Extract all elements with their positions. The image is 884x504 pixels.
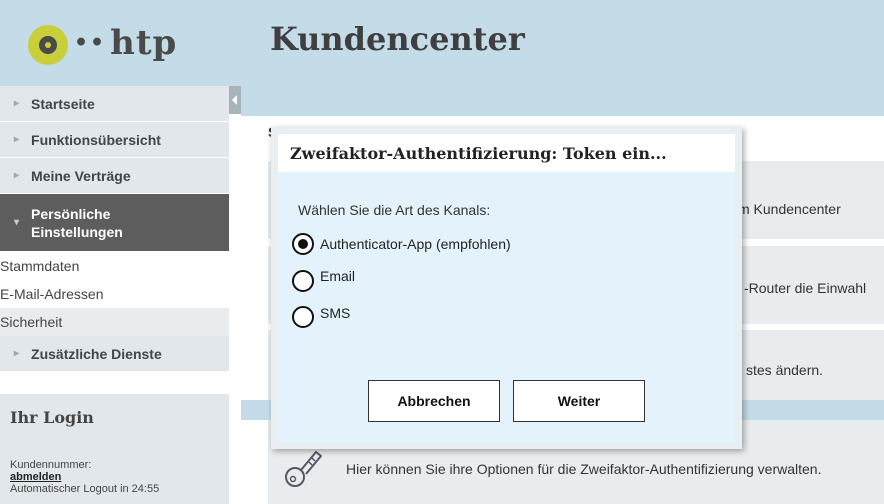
card-2fa-text: Hier können Sie ihre Optionen für die Zw… xyxy=(346,461,822,477)
content-top-band xyxy=(241,86,884,116)
next-button[interactable]: Weiter xyxy=(513,380,645,422)
auto-logout-text: Automatischer Logout in 24:55 xyxy=(10,483,160,495)
arrow-right-icon: ▸ xyxy=(14,98,20,109)
cancel-button[interactable]: Abbrechen xyxy=(368,380,500,422)
arrow-down-icon: ▾ xyxy=(14,217,20,228)
customer-number-label: Kundennummer: xyxy=(10,459,92,471)
login-box: Ihr Login Kundennummer: abmelden Automat… xyxy=(0,394,229,504)
dialog-body: Wählen Sie die Art des Kanals: Authentic… xyxy=(278,172,735,442)
sidebar-item-vertraege[interactable]: ▸ Meine Verträge xyxy=(0,158,229,194)
two-factor-dialog: Zweifaktor-Authentifizierung: Token ein.… xyxy=(271,127,742,449)
sidebar-item-label: Funktionsübersicht xyxy=(31,131,161,148)
sidebar-item-label: Meine Verträge xyxy=(31,167,131,184)
sidebar-item-label: Startseite xyxy=(31,95,95,112)
option-label: SMS xyxy=(320,305,351,321)
option-label: Authenticator-App (empfohlen) xyxy=(320,236,511,252)
sidebar-item-label: Zusätzliche Dienste xyxy=(31,345,162,362)
htp-logo[interactable]: •• htp xyxy=(28,18,177,68)
dialog-title: Zweifaktor-Authentifizierung: Token ein.… xyxy=(290,144,667,163)
sidebar-subitem-email-adressen[interactable]: E-Mail-Adressen xyxy=(0,280,229,308)
sidebar-item-label: Persönliche Einstellungen xyxy=(31,205,123,240)
sidebar-subitem-stammdaten[interactable]: Stammdaten xyxy=(0,252,229,280)
key-icon xyxy=(285,451,322,487)
sidebar-item-persoenliche-einstellungen[interactable]: ▾ Persönliche Einstellungen xyxy=(0,194,229,252)
sidebar-item-zusaetzliche-dienste[interactable]: ▸ Zusätzliche Dienste xyxy=(0,336,229,372)
login-title: Ihr Login xyxy=(10,408,94,427)
card-text: stes ändern. xyxy=(746,362,824,378)
logo-text: htp xyxy=(110,23,178,63)
arrow-right-icon: ▸ xyxy=(14,170,20,181)
sidebar-item-funktionsuebersicht[interactable]: ▸ Funktionsübersicht xyxy=(0,122,229,158)
sidebar-item-startseite[interactable]: ▸ Startseite xyxy=(0,86,229,122)
radio-sms[interactable] xyxy=(292,306,314,328)
logo-circle-icon xyxy=(28,25,68,65)
channel-prompt: Wählen Sie die Art des Kanals: xyxy=(298,202,491,218)
page-title: Kundencenter xyxy=(270,20,525,58)
option-label: Email xyxy=(320,268,356,284)
dialog-header: Zweifaktor-Authentifizierung: Token ein.… xyxy=(278,134,735,172)
sidebar-collapse-button[interactable] xyxy=(229,86,241,114)
option-email[interactable]: Email xyxy=(292,268,356,292)
radio-email[interactable] xyxy=(292,270,314,292)
option-authenticator-app[interactable]: Authenticator-App (empfohlen) xyxy=(292,233,511,255)
radio-authenticator-app[interactable] xyxy=(292,233,314,255)
header: •• htp Kundencenter xyxy=(0,0,884,86)
logout-link[interactable]: abmelden xyxy=(10,471,219,483)
card-text: -Router die Einwahl xyxy=(744,280,867,296)
sidebar-subitem-sicherheit[interactable]: Sicherheit xyxy=(0,308,229,336)
arrow-right-icon: ▸ xyxy=(14,134,20,145)
option-sms[interactable]: SMS xyxy=(292,305,351,328)
logo-dots: •• xyxy=(74,30,107,56)
arrow-right-icon: ▸ xyxy=(14,348,20,359)
card-text: m Kundencenter xyxy=(738,201,841,217)
